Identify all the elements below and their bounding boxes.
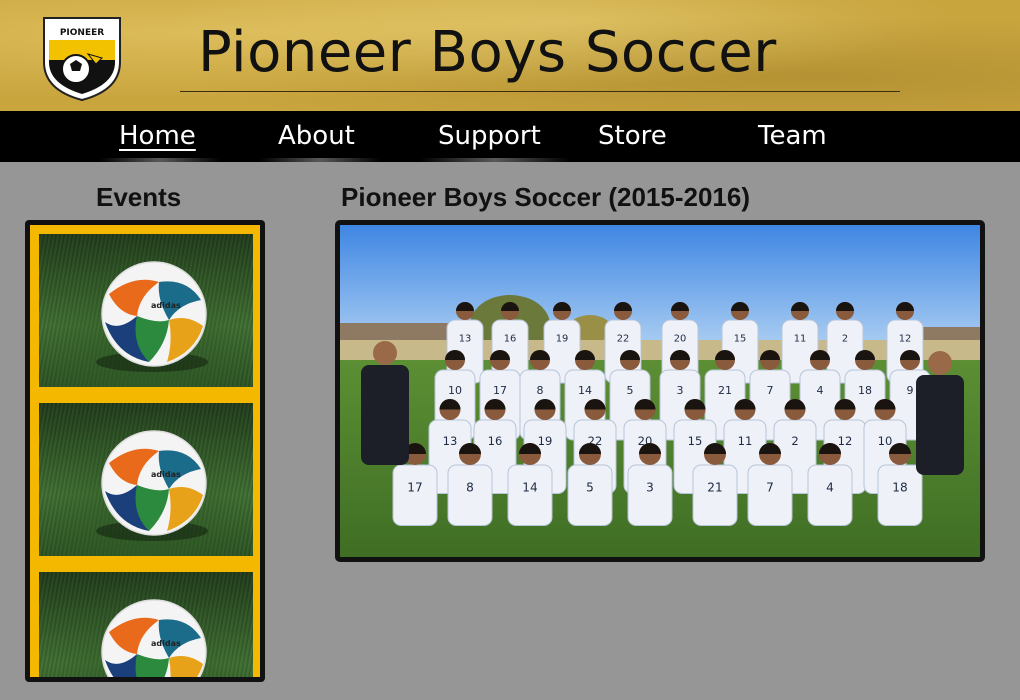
site-header: PIONEER Pioneer Boys Soccer (0, 0, 1020, 111)
jersey-number: 11 (794, 334, 807, 345)
jersey-number: 12 (838, 434, 853, 448)
jersey-number: 7 (767, 384, 774, 397)
nav-item-about[interactable]: About (278, 119, 355, 153)
team-photo: 13 16 19 22 20 15 11 2 12 10 17 8 14 5 3 21 7 4 18 9 13 16 19 2… (340, 225, 980, 557)
jersey-number: 14 (578, 384, 592, 397)
jersey-number: 5 (627, 384, 634, 397)
jersey-number: 8 (537, 384, 544, 397)
jersey-number: 12 (899, 334, 912, 345)
jersey-number: 11 (738, 434, 753, 448)
jersey-number: 19 (538, 434, 553, 448)
event-card[interactable]: adidas (39, 234, 253, 387)
event-card[interactable]: adidas (39, 572, 253, 677)
jersey-number: 21 (718, 384, 732, 397)
page-title: Pioneer Boys Soccer (2015-2016) (341, 182, 750, 212)
jersey-number: 15 (688, 434, 703, 448)
event-card[interactable]: adidas (39, 403, 253, 556)
nav-hover-glow (100, 158, 220, 162)
nav-hover-glow (420, 158, 570, 162)
jersey-number: 2 (791, 434, 798, 448)
pioneer-crest-icon[interactable]: PIONEER (40, 14, 124, 102)
nav-item-home[interactable]: Home (119, 119, 196, 153)
jersey-number: 13 (459, 334, 472, 345)
nav-item-team[interactable]: Team (758, 119, 827, 153)
nav-hover-glow (260, 158, 380, 162)
jersey-number: 18 (858, 384, 872, 397)
svg-text:adidas: adidas (151, 639, 181, 648)
jersey-number: 19 (556, 334, 569, 345)
jersey-number: 22 (617, 334, 630, 345)
logo-text: PIONEER (60, 28, 104, 38)
jersey-number: 3 (677, 384, 684, 397)
jersey-number: 18 (892, 480, 907, 494)
svg-text:adidas: adidas (151, 470, 181, 479)
jersey-number: 17 (493, 384, 507, 397)
jersey-number: 4 (817, 384, 824, 397)
events-heading: Events (96, 182, 182, 212)
jersey-number: 17 (407, 480, 422, 494)
soccer-ball-icon: adidas (96, 430, 208, 541)
jersey-number: 16 (488, 434, 503, 448)
soccer-ball-icon: adidas (96, 261, 208, 372)
jersey-number: 5 (586, 480, 594, 494)
jersey-number: 10 (878, 434, 893, 448)
events-list: adidas adidas adidas (30, 225, 260, 677)
jersey-number: 2 (842, 334, 848, 345)
nav-item-store[interactable]: Store (598, 119, 667, 153)
title-divider (180, 91, 900, 92)
jersey-number: 20 (674, 334, 687, 345)
main-nav: Home About Support Store Team (0, 111, 1020, 162)
jersey-number: 7 (766, 480, 774, 494)
jersey-number: 9 (907, 384, 914, 397)
nav-item-support[interactable]: Support (438, 119, 541, 153)
jersey-number: 16 (504, 334, 517, 345)
jersey-number: 21 (707, 480, 722, 494)
events-panel: adidas adidas adidas (25, 220, 265, 682)
site-title: Pioneer Boys Soccer (198, 20, 777, 85)
jersey-number: 14 (522, 480, 538, 494)
team-photo-frame: 13 16 19 22 20 15 11 2 12 10 17 8 14 5 3 21 7 4 18 9 13 16 19 2… (335, 220, 985, 562)
jersey-number: 10 (448, 384, 462, 397)
jersey-number: 8 (466, 480, 474, 494)
svg-text:adidas: adidas (151, 301, 181, 310)
jersey-number: 15 (734, 334, 747, 345)
jersey-number: 4 (826, 480, 834, 494)
soccer-ball-icon: adidas (101, 599, 207, 677)
jersey-number: 13 (443, 434, 458, 448)
jersey-number: 3 (646, 480, 654, 494)
